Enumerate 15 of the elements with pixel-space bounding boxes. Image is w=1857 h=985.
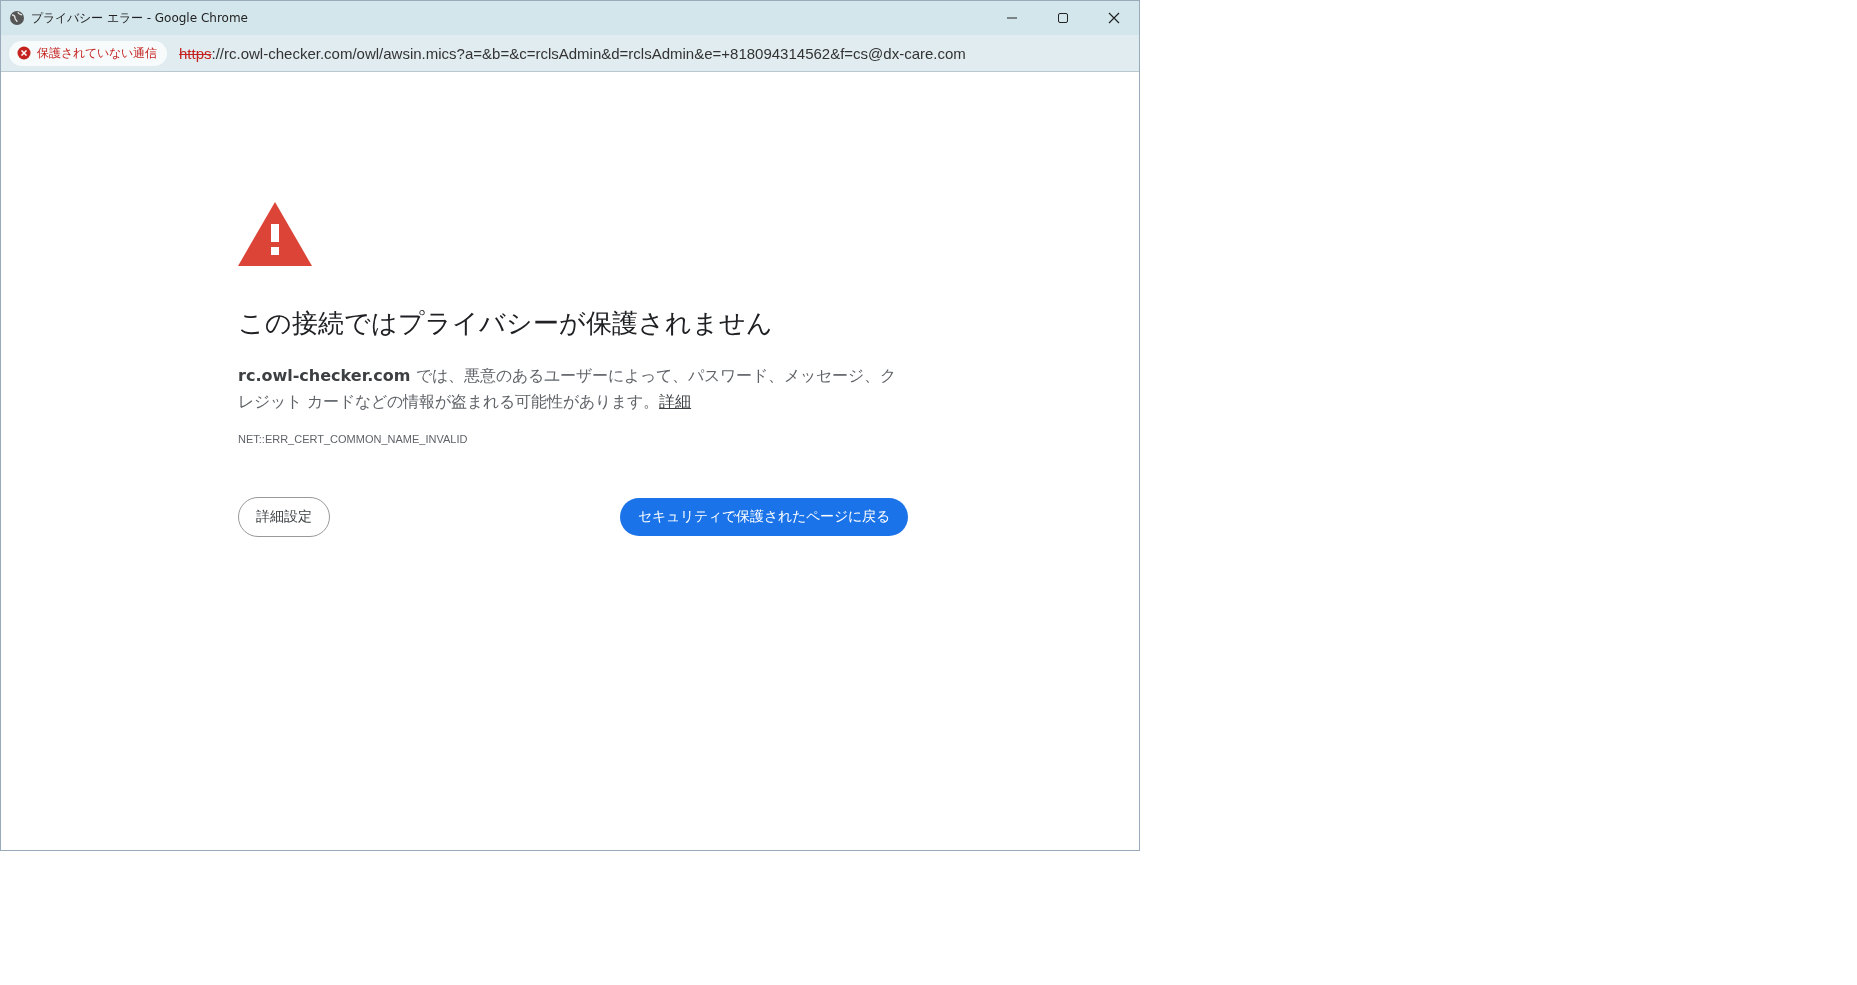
advanced-button[interactable]: 詳細設定 — [238, 497, 330, 537]
back-to-safety-button[interactable]: セキュリティで保護されたページに戻る — [620, 498, 908, 536]
error-description: rc.owl-checker.com では、悪意のあるユーザーによって、パスワード、メッセージ、クレジット カードなどの情報が盗まれる可能性があります。詳細 — [238, 365, 897, 413]
url-field[interactable]: https://rc.owl-checker.com/owl/awsin.mics?a=&b=&c=rclsAdmin&d=rclsAdmin&e=+818094314562&f=cs@dx-care.com — [179, 44, 966, 62]
globe-icon — [9, 10, 25, 26]
close-icon[interactable] — [1108, 12, 1120, 24]
error-icon — [17, 46, 31, 60]
security-label: 保護されていない通信 — [37, 44, 157, 62]
error-heading: この接続ではプライバシーが保護されません — [238, 307, 774, 340]
error-code: NET::ERR_CERT_COMMON_NAME_INVALID — [238, 433, 469, 445]
details-link[interactable]: 詳細 — [659, 392, 692, 411]
window-title: プライバシー エラー - Google Chrome — [31, 9, 248, 27]
security-badge[interactable]: 保護されていない通信 — [9, 40, 167, 66]
warning-icon — [238, 202, 312, 266]
maximize-icon[interactable] — [1057, 12, 1069, 24]
